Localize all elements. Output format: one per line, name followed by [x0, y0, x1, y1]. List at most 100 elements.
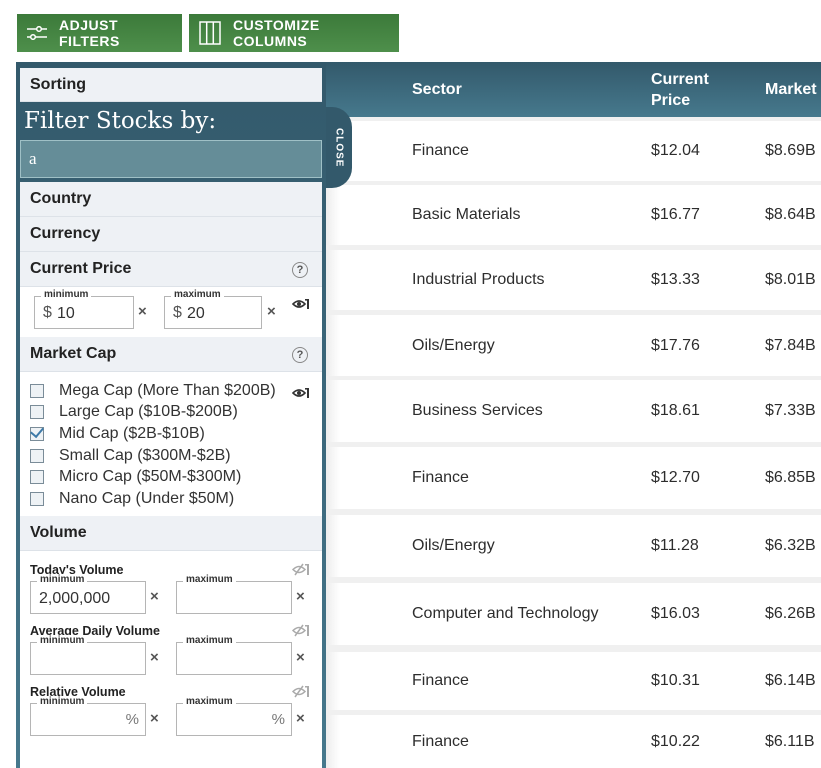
- market-cap-option[interactable]: Large Cap ($10B-$200B): [30, 402, 322, 424]
- filter-title: Filter Stocks by:: [24, 108, 217, 134]
- help-icon[interactable]: ?: [292, 262, 308, 278]
- sorting-label: Sorting: [30, 75, 86, 93]
- currency-section[interactable]: Currency: [20, 217, 322, 252]
- filter-panel: Sorting Filter Stocks by: Country Curren…: [16, 62, 326, 768]
- row-shadow: [326, 447, 340, 509]
- table-row[interactable]: Finance $12.04 $8.69B: [326, 121, 821, 181]
- sorting-section[interactable]: Sorting: [20, 68, 322, 102]
- checkbox[interactable]: [30, 383, 44, 398]
- table-row[interactable]: Oils/Energy $17.76 $7.84B: [326, 315, 821, 376]
- todays-volume-max-field[interactable]: maximum: [176, 573, 292, 614]
- price-min-input[interactable]: [35, 300, 133, 328]
- table-header: Sector Current Price Market: [326, 62, 821, 117]
- filter-search-input[interactable]: [20, 140, 322, 178]
- cell-sector: Finance: [412, 142, 469, 159]
- clear-todays-volume-min-icon[interactable]: ×: [150, 588, 159, 605]
- market-cap-option-label: Micro Cap ($50M-$300M): [59, 468, 242, 486]
- table-row[interactable]: Finance $12.70 $6.85B: [326, 447, 821, 509]
- checkbox[interactable]: [30, 491, 44, 506]
- clear-price-max-icon[interactable]: ×: [267, 303, 276, 320]
- clear-price-min-icon[interactable]: ×: [138, 303, 147, 320]
- volume-section[interactable]: Volume: [20, 515, 322, 551]
- todays-volume-max-input[interactable]: [177, 584, 291, 613]
- table-row[interactable]: Basic Materials $16.77 $8.64B: [326, 185, 821, 245]
- current-price-label: Current Price: [30, 260, 132, 277]
- table-row[interactable]: Computer and Technology $16.03 $6.26B: [326, 583, 821, 645]
- close-panel-tab[interactable]: CLOSE: [326, 107, 352, 188]
- cell-sector: Computer and Technology: [412, 605, 599, 622]
- table-row[interactable]: Finance $10.22 $6.11B: [326, 715, 821, 768]
- cell-market-cap: $7.33B: [765, 402, 816, 419]
- market-cap-option[interactable]: Mega Cap (More Than $200B): [30, 380, 322, 402]
- market-cap-option-label: Mid Cap ($2B-$10B): [59, 424, 205, 442]
- cell-current-price: $10.31: [651, 672, 700, 689]
- cell-current-price: $12.70: [651, 469, 700, 486]
- adjust-filters-label: ADJUST FILTERS: [59, 17, 120, 49]
- cell-market-cap: $6.85B: [765, 469, 816, 486]
- price-max-field[interactable]: maximum $: [164, 289, 262, 329]
- percent-suffix: %: [271, 710, 285, 728]
- customize-columns-button[interactable]: CUSTOMIZE COLUMNS: [189, 14, 399, 52]
- market-cap-option[interactable]: Mid Cap ($2B-$10B): [30, 423, 322, 445]
- row-shadow: [326, 185, 340, 245]
- cell-current-price: $13.33: [651, 271, 700, 288]
- cell-market-cap: $6.26B: [765, 605, 816, 622]
- column-header-current-price[interactable]: Current Price: [651, 62, 709, 117]
- checkbox-checked[interactable]: [30, 426, 44, 441]
- price-min-field[interactable]: minimum $: [34, 289, 134, 329]
- checkbox[interactable]: [30, 405, 44, 420]
- cell-sector: Finance: [412, 732, 469, 750]
- checkbox[interactable]: [30, 448, 44, 463]
- cell-sector: Oils/Energy: [412, 336, 495, 354]
- clear-todays-volume-max-icon[interactable]: ×: [296, 588, 305, 605]
- cell-market-cap: $6.32B: [765, 537, 816, 554]
- column-header-sector[interactable]: Sector: [412, 62, 462, 117]
- todays-volume-min-field[interactable]: minimum: [30, 573, 146, 614]
- relative-volume-max-field[interactable]: maximum %: [176, 695, 292, 736]
- table-row[interactable]: Oils/Energy $11.28 $6.32B: [326, 515, 821, 577]
- table-row[interactable]: Finance $10.31 $6.14B: [326, 652, 821, 710]
- avg-volume-max-input[interactable]: [177, 645, 291, 674]
- cell-market-cap: $8.64B: [765, 206, 816, 223]
- country-section[interactable]: Country: [20, 182, 322, 217]
- cell-market-cap: $7.84B: [765, 336, 816, 354]
- eye-hidden-icon[interactable]: [291, 685, 310, 703]
- market-cap-option-label: Nano Cap (Under $50M): [59, 489, 235, 507]
- clear-relative-volume-min-icon[interactable]: ×: [150, 710, 159, 727]
- relative-volume-min-field[interactable]: minimum %: [30, 695, 146, 736]
- cell-market-cap: $8.69B: [765, 142, 816, 159]
- avg-volume-min-input[interactable]: [31, 645, 145, 674]
- eye-visible-icon[interactable]: [291, 297, 310, 315]
- cell-current-price: $10.22: [651, 732, 700, 750]
- cell-current-price: $12.04: [651, 142, 700, 159]
- avg-volume-min-field[interactable]: minimum: [30, 634, 146, 675]
- market-cap-option-label: Small Cap ($300M-$2B): [59, 446, 231, 464]
- market-cap-option[interactable]: Nano Cap (Under $50M): [30, 488, 322, 510]
- market-cap-section[interactable]: Market Cap ?: [20, 337, 322, 372]
- column-header-market-cap[interactable]: Market: [765, 62, 817, 117]
- market-cap-options: Mega Cap (More Than $200B) Large Cap ($10…: [20, 372, 322, 516]
- eye-hidden-icon[interactable]: [291, 624, 310, 642]
- market-cap-option[interactable]: Micro Cap ($50M-$300M): [30, 466, 322, 488]
- help-icon[interactable]: ?: [292, 347, 308, 363]
- clear-avg-volume-min-icon[interactable]: ×: [150, 649, 159, 666]
- market-cap-label: Market Cap: [30, 345, 117, 362]
- price-max-input[interactable]: [165, 300, 261, 328]
- cell-market-cap: $8.01B: [765, 271, 816, 288]
- eye-hidden-icon[interactable]: [291, 563, 310, 581]
- cell-sector: Oils/Energy: [412, 537, 495, 554]
- cell-current-price: $17.76: [651, 336, 700, 354]
- avg-volume-max-field[interactable]: maximum: [176, 634, 292, 675]
- table-row[interactable]: Business Services $18.61 $7.33B: [326, 380, 821, 442]
- cell-sector: Industrial Products: [412, 271, 545, 288]
- clear-avg-volume-max-icon[interactable]: ×: [296, 649, 305, 666]
- adjust-filters-button[interactable]: ADJUST FILTERS: [17, 14, 182, 52]
- table-row[interactable]: Industrial Products $13.33 $8.01B: [326, 250, 821, 310]
- todays-volume-min-input[interactable]: [31, 584, 145, 613]
- cell-sector: Basic Materials: [412, 206, 521, 223]
- market-cap-option[interactable]: Small Cap ($300M-$2B): [30, 445, 322, 467]
- current-price-section[interactable]: Current Price ?: [20, 252, 322, 287]
- clear-relative-volume-max-icon[interactable]: ×: [296, 710, 305, 727]
- checkbox[interactable]: [30, 470, 44, 485]
- eye-visible-icon[interactable]: [291, 386, 310, 404]
